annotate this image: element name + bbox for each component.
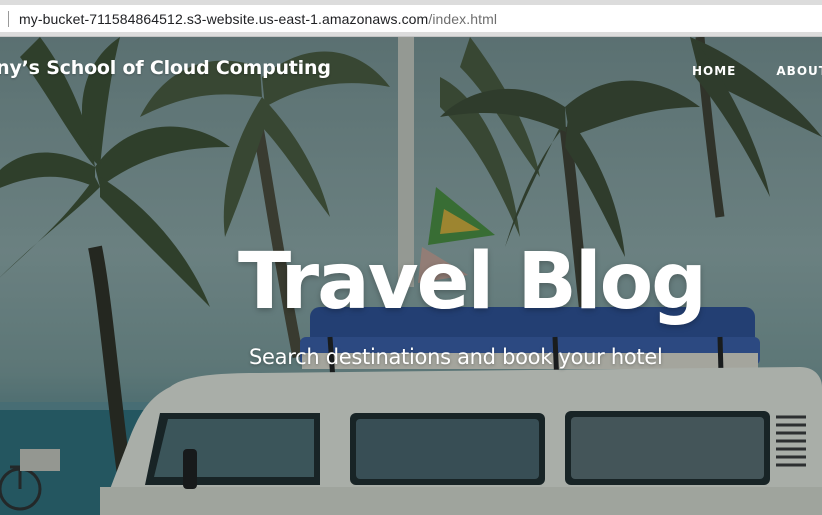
- nav-about-link[interactable]: ABOUT: [776, 64, 822, 78]
- browser-address-bar: my-bucket-711584864512.s3-website.us-eas…: [0, 0, 822, 37]
- nav-home-link[interactable]: HOME: [692, 64, 736, 78]
- main-nav: HOME ABOUT: [692, 64, 822, 78]
- hero-section: Sunny’s School of Cloud Computing HOME A…: [0, 37, 822, 515]
- hero-title: Travel Blog: [238, 237, 707, 327]
- url-host: my-bucket-711584864512.s3-website.us-eas…: [19, 10, 429, 27]
- url-field[interactable]: my-bucket-711584864512.s3-website.us-eas…: [0, 5, 822, 32]
- url-path: /index.html: [428, 10, 498, 27]
- address-bar-divider: [8, 10, 9, 27]
- hero-subtitle: Search destinations and book your hotel: [249, 345, 663, 369]
- url-text[interactable]: my-bucket-711584864512.s3-website.us-eas…: [19, 11, 497, 27]
- site-brand-title[interactable]: Sunny’s School of Cloud Computing: [0, 57, 331, 79]
